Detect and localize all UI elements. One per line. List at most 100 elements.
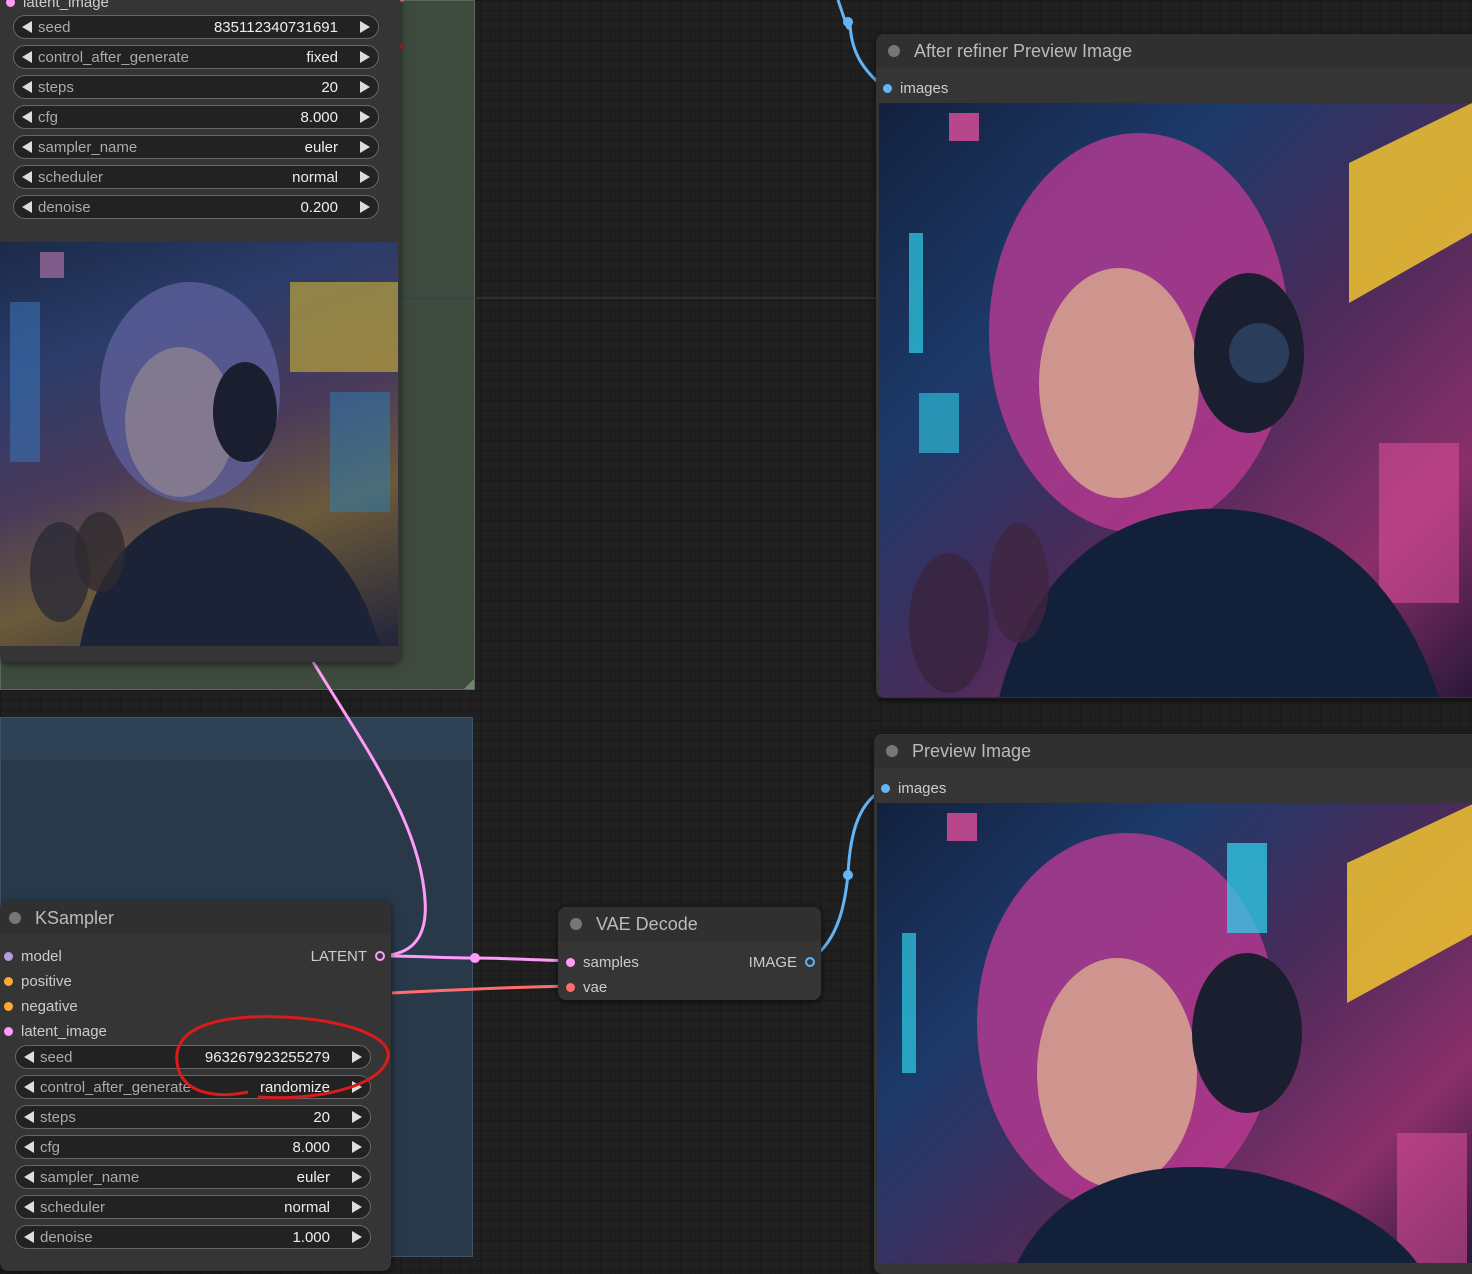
arrow-right-icon[interactable] [360,51,370,63]
widget-value[interactable]: 20 [313,1109,330,1126]
arrow-right-icon[interactable] [352,1171,362,1183]
control-after-generate-widget[interactable]: control_after_generate fixed [13,45,379,69]
wire-reroute-dot[interactable] [843,870,853,880]
slot-label: vae [583,978,608,996]
widget-value[interactable]: normal [284,1199,330,1216]
widget-value[interactable]: randomize [260,1079,330,1096]
widget-label: control_after_generate [38,48,189,66]
arrow-left-icon[interactable] [22,201,32,213]
node-collapse-dot-icon[interactable] [886,745,898,757]
slot-dot-icon[interactable] [881,783,890,793]
arrow-left-icon[interactable] [24,1141,34,1153]
slot-images[interactable]: images [883,78,948,98]
sampler-name-widget[interactable]: sampler_name euler [15,1165,371,1189]
slot-dot-icon[interactable] [566,982,575,992]
widget-value[interactable]: 20 [321,79,338,96]
preview-image-node[interactable]: Preview Image images [874,734,1472,1274]
arrow-right-icon[interactable] [352,1201,362,1213]
arrow-right-icon[interactable] [352,1231,362,1243]
node-collapse-dot-icon[interactable] [570,918,582,930]
arrow-left-icon[interactable] [24,1171,34,1183]
arrow-left-icon[interactable] [22,171,32,183]
slot-model[interactable]: model [4,946,62,966]
arrow-left-icon[interactable] [22,21,32,33]
node-title-bar[interactable]: KSampler [0,901,391,935]
arrow-left-icon[interactable] [24,1051,34,1063]
arrow-right-icon[interactable] [360,21,370,33]
slot-negative[interactable]: negative [4,996,78,1016]
widget-value[interactable]: 963267923255279 [205,1049,330,1066]
slot-images[interactable]: images [881,778,946,798]
node-title-bar[interactable]: Preview Image [874,734,1472,768]
wire-reroute-dot[interactable] [470,953,480,963]
arrow-left-icon[interactable] [24,1111,34,1123]
widget-value[interactable]: fixed [306,49,338,66]
sampler-preview-image [0,242,398,646]
steps-widget[interactable]: steps 20 [13,75,379,99]
arrow-right-icon[interactable] [360,111,370,123]
wire-reroute-dot[interactable] [843,17,853,27]
cfg-widget[interactable]: cfg 8.000 [13,105,379,129]
arrow-left-icon[interactable] [24,1081,34,1093]
slot-latent-image-cut[interactable]: latent_image [6,0,109,12]
denoise-widget[interactable]: denoise 1.000 [15,1225,371,1249]
widget-label: denoise [38,198,91,216]
widget-value[interactable]: euler [297,1169,330,1186]
arrow-right-icon[interactable] [352,1081,362,1093]
steps-widget[interactable]: steps 20 [15,1105,371,1129]
wire-vae-input [391,984,571,995]
slot-image-output[interactable]: IMAGE [749,952,815,972]
widget-value[interactable]: 1.000 [292,1229,330,1246]
widget-value[interactable]: euler [305,139,338,156]
widget-value[interactable]: 8.000 [292,1139,330,1156]
denoise-widget[interactable]: denoise 0.200 [13,195,379,219]
control-after-generate-widget[interactable]: control_after_generate randomize [15,1075,371,1099]
arrow-left-icon[interactable] [24,1231,34,1243]
vae-decode-node[interactable]: VAE Decode samples vae IMAGE [558,907,821,1000]
slot-samples[interactable]: samples [566,952,639,972]
cfg-widget[interactable]: cfg 8.000 [15,1135,371,1159]
widget-value[interactable]: 0.200 [300,199,338,216]
slot-vae[interactable]: vae [566,977,607,997]
slot-dot-icon[interactable] [4,951,13,961]
arrow-left-icon[interactable] [22,51,32,63]
slot-positive[interactable]: positive [4,971,72,991]
slot-dot-icon[interactable] [4,1026,13,1036]
arrow-left-icon[interactable] [22,141,32,153]
arrow-right-icon[interactable] [352,1051,362,1063]
seed-widget[interactable]: seed 963267923255279 [15,1045,371,1069]
node-collapse-dot-icon[interactable] [888,45,900,57]
slot-dot-icon[interactable] [883,83,892,93]
ksampler-node[interactable]: KSampler model positive negative latent_… [0,901,391,1271]
slot-label: positive [21,972,72,990]
seed-widget[interactable]: seed 835112340731691 [13,15,379,39]
slot-dot-icon[interactable] [566,957,575,967]
arrow-right-icon[interactable] [352,1141,362,1153]
arrow-left-icon[interactable] [22,81,32,93]
widget-value[interactable]: normal [292,169,338,186]
sampler-name-widget[interactable]: sampler_name euler [13,135,379,159]
slot-latent-output[interactable]: LATENT [311,946,385,966]
scheduler-widget[interactable]: scheduler normal [13,165,379,189]
widget-value[interactable]: 8.000 [300,109,338,126]
slot-dot-icon[interactable] [805,957,815,967]
arrow-right-icon[interactable] [360,171,370,183]
arrow-right-icon[interactable] [352,1111,362,1123]
slot-dot-icon[interactable] [375,951,385,961]
refiner-ksampler-node[interactable]: latent_image seed 835112340731691 contro… [0,0,400,662]
widget-label: scheduler [38,168,104,186]
arrow-right-icon[interactable] [360,201,370,213]
arrow-right-icon[interactable] [360,141,370,153]
arrow-left-icon[interactable] [22,111,32,123]
slot-latent-image[interactable]: latent_image [4,1021,107,1041]
arrow-right-icon[interactable] [360,81,370,93]
node-title-bar[interactable]: VAE Decode [558,907,821,941]
slot-dot-icon[interactable] [4,1001,13,1011]
widget-value[interactable]: 835112340731691 [214,19,338,36]
arrow-left-icon[interactable] [24,1201,34,1213]
node-collapse-dot-icon[interactable] [9,912,21,924]
node-title-bar[interactable]: After refiner Preview Image [876,34,1472,68]
slot-dot-icon[interactable] [4,976,13,986]
scheduler-widget[interactable]: scheduler normal [15,1195,371,1219]
after-refiner-preview-node[interactable]: After refiner Preview Image images [876,34,1472,698]
